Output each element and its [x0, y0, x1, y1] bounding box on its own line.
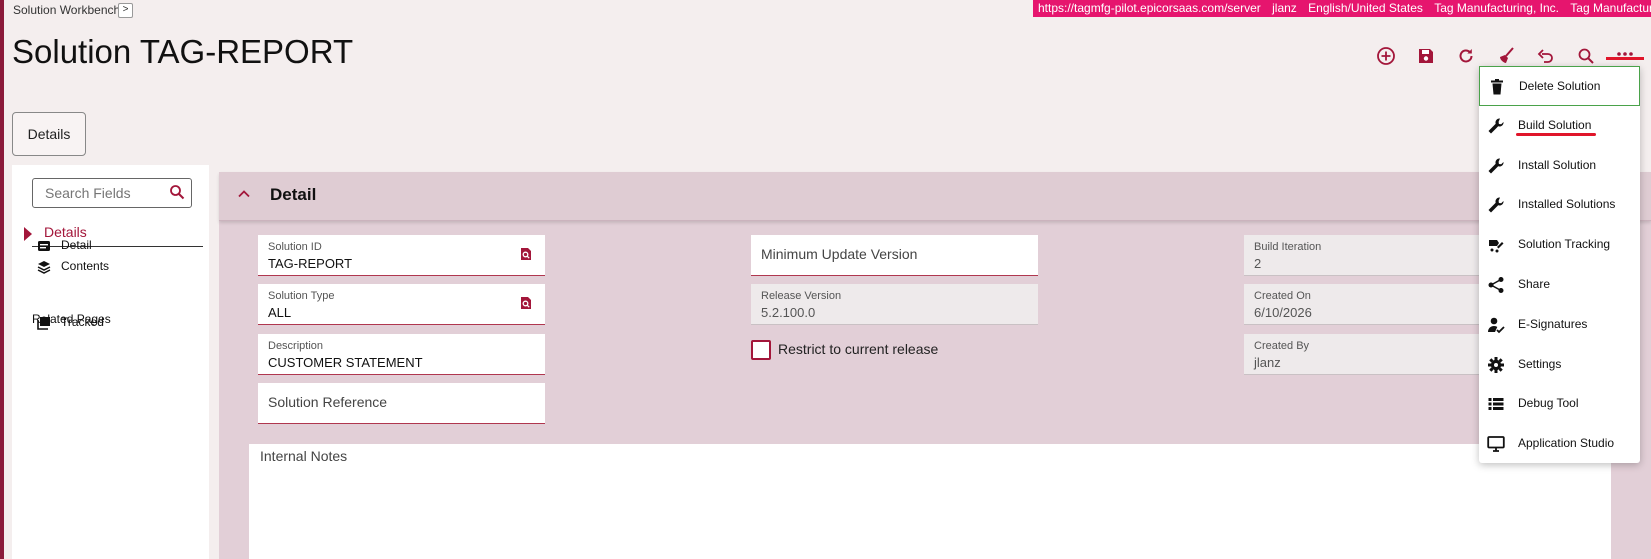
page-title: Solution TAG-REPORT — [12, 33, 354, 70]
signature-icon — [1488, 317, 1505, 334]
menu-item-label: Delete Solution — [1519, 79, 1601, 93]
tracking-icon — [1489, 240, 1504, 253]
more-button[interactable] — [1612, 40, 1638, 68]
field-value: TAG-REPORT — [268, 256, 353, 271]
field-label: Solution ID — [268, 241, 322, 253]
company[interactable]: Tag Manufacturing, Inc. — [1434, 1, 1559, 15]
field-label: Created By — [1254, 340, 1310, 352]
menu-item-delete-solution[interactable]: Delete Solution — [1479, 66, 1640, 106]
language[interactable]: English/United States — [1308, 1, 1423, 15]
field-value: 6/10/2026 — [1254, 305, 1312, 320]
refresh-icon — [1459, 49, 1473, 63]
menu-item-label: Install Solution — [1518, 158, 1597, 172]
menu-item-share[interactable]: Share — [1479, 265, 1640, 305]
lookup-icon[interactable] — [519, 296, 533, 310]
field-value: 2 — [1254, 256, 1262, 271]
app-name: Solution Workbench — [13, 3, 121, 17]
field-label: Created On — [1254, 290, 1311, 302]
menu-item-settings[interactable]: Settings — [1479, 345, 1640, 385]
menu-item-build-solution[interactable]: Build Solution — [1479, 106, 1640, 146]
menu-item-label: Share — [1518, 277, 1551, 291]
sidebar-item-label: Tracked — [61, 315, 104, 329]
tab-details[interactable]: Details — [12, 112, 86, 156]
field-value: jlanz — [1254, 355, 1281, 370]
sidebar-item-label: Detail — [61, 238, 92, 252]
caret-right-icon — [24, 227, 32, 241]
trash-icon — [1491, 79, 1503, 95]
menu-item-e-signatures[interactable]: E-Signatures — [1479, 305, 1640, 345]
more-icon — [1617, 52, 1633, 56]
wrench-icon — [1488, 118, 1504, 134]
field-label: Solution Reference — [268, 394, 388, 410]
field-label: Description — [268, 340, 324, 352]
clear-icon — [1500, 47, 1514, 63]
restrict-release-label: Restrict to current release — [778, 341, 939, 357]
save-button[interactable] — [1413, 42, 1439, 70]
field-value: 5.2.100.0 — [761, 305, 816, 320]
undo-icon — [1537, 49, 1553, 63]
add-new-icon — [1377, 47, 1395, 65]
site[interactable]: Tag Manufacturing Inc — [1570, 1, 1651, 15]
restrict-release-checkbox[interactable] — [751, 340, 771, 360]
overflow-menu: Delete Solution Build Solution Install S… — [1479, 66, 1640, 463]
share-icon — [1488, 277, 1504, 293]
user-name[interactable]: jlanz — [1272, 1, 1297, 15]
gear-icon — [1488, 357, 1504, 373]
detail-section-title: Detail — [270, 185, 317, 204]
search-icon — [1578, 48, 1594, 64]
app-chevron-button[interactable]: > — [118, 3, 133, 18]
solution-reference-field[interactable]: Solution Reference — [258, 383, 545, 424]
add-new-button[interactable] — [1373, 42, 1399, 70]
annotation-underline-more — [1606, 57, 1644, 60]
menu-item-installed-solutions[interactable]: Installed Solutions — [1479, 185, 1640, 225]
annotation-underline-build — [1516, 133, 1596, 136]
solution-id-field[interactable]: Solution ID TAG-REPORT — [258, 235, 545, 276]
environment-bar: https://tagmfg-pilot.epicorsaas.com/serv… — [1033, 0, 1651, 17]
menu-item-label: E-Signatures — [1518, 317, 1588, 331]
minimum-update-version-field[interactable]: Minimum Update Version — [751, 235, 1038, 276]
save-icon — [1419, 49, 1433, 63]
monitor-icon — [1487, 436, 1505, 452]
search-fields-box — [32, 178, 192, 208]
detail-section-header[interactable]: Detail — [219, 172, 1651, 221]
chevron-up-icon[interactable] — [236, 186, 252, 202]
release-version-field: Release Version 5.2.100.0 — [751, 284, 1038, 325]
stack-icon — [37, 317, 50, 330]
menu-item-label: Installed Solutions — [1518, 197, 1616, 211]
field-value: ALL — [268, 305, 292, 320]
field-label: Internal Notes — [260, 448, 348, 464]
sidebar-item-label: Contents — [61, 259, 110, 273]
window-edge — [0, 0, 4, 559]
lookup-icon[interactable] — [519, 247, 533, 261]
internal-notes-field[interactable]: Internal Notes — [249, 444, 1611, 559]
search-icon[interactable] — [169, 184, 185, 200]
menu-item-install-solution[interactable]: Install Solution — [1479, 146, 1640, 186]
sidebar: Details Detail Contents Related Pages Tr… — [12, 165, 209, 559]
field-label: Minimum Update Version — [761, 246, 918, 262]
menu-item-label: Settings — [1518, 357, 1562, 371]
menu-item-application-studio[interactable]: Application Studio — [1479, 424, 1640, 464]
sidebar-group-details[interactable]: Details — [24, 224, 203, 247]
search-fields-input[interactable] — [43, 184, 167, 202]
menu-item-label: Application Studio — [1518, 436, 1615, 450]
server-url[interactable]: https://tagmfg-pilot.epicorsaas.com/serv… — [1038, 1, 1261, 15]
field-label: Release Version — [761, 290, 842, 302]
list-icon — [1488, 398, 1504, 410]
wrench-icon — [1488, 158, 1504, 174]
solution-type-field[interactable]: Solution Type ALL — [258, 284, 545, 325]
menu-item-debug-tool[interactable]: Debug Tool — [1479, 384, 1640, 424]
menu-item-solution-tracking[interactable]: Solution Tracking — [1479, 225, 1640, 265]
menu-item-label: Debug Tool — [1518, 396, 1579, 410]
description-field[interactable]: Description CUSTOMER STATEMENT — [258, 334, 545, 375]
field-label: Solution Type — [268, 290, 335, 302]
menu-item-label: Solution Tracking — [1518, 237, 1611, 251]
layers-icon — [37, 261, 51, 274]
form-icon — [38, 241, 50, 251]
menu-item-label: Build Solution — [1518, 118, 1592, 132]
field-value: CUSTOMER STATEMENT — [268, 355, 423, 370]
wrench-icon — [1488, 197, 1504, 213]
refresh-button[interactable] — [1453, 42, 1479, 70]
field-label: Build Iteration — [1254, 241, 1322, 253]
